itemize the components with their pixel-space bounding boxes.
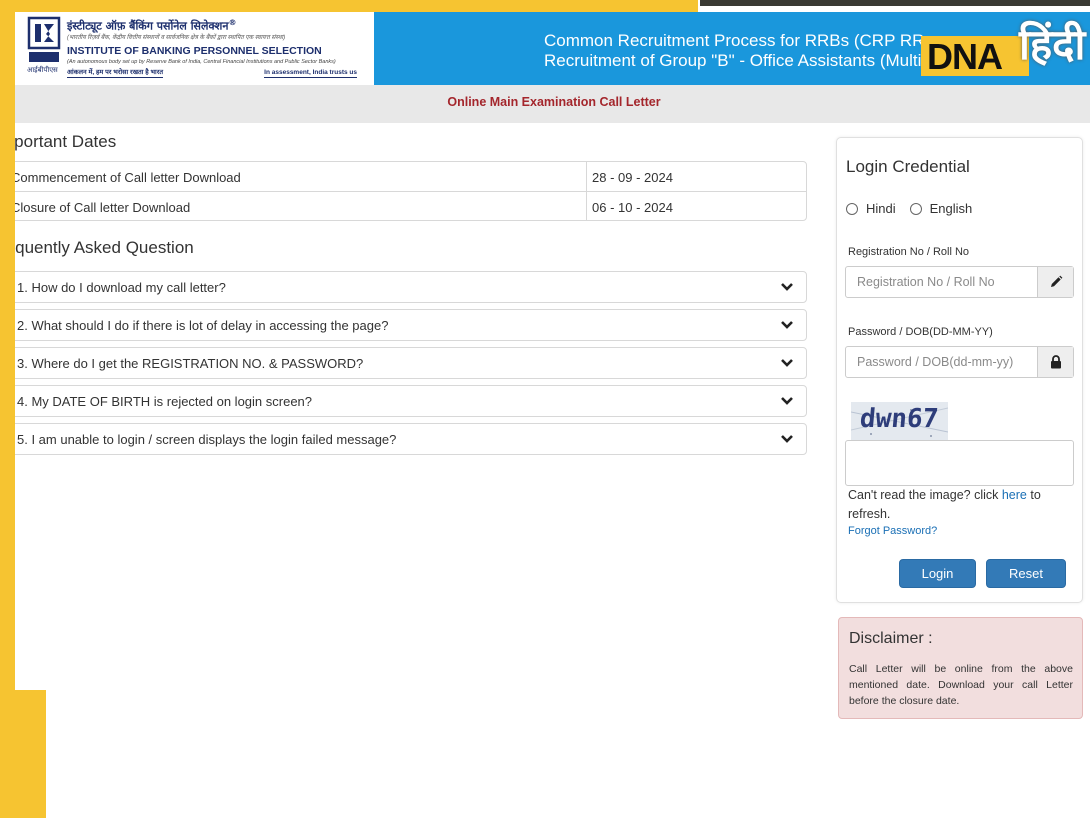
forgot-password-link[interactable]: Forgot Password?	[848, 525, 937, 537]
registered-mark: ®	[228, 18, 237, 27]
ibps-mottos: आंकलन में, हम पर भरोसा रखता है भारत In a…	[67, 69, 357, 78]
ibps-logo-icon	[27, 16, 61, 62]
dna-watermark-hindi: हिंदी	[1019, 20, 1086, 69]
disclaimer-box: Disclaimer : Call Letter will be online …	[838, 617, 1083, 719]
ibps-hindi-name-text: इंस्टीट्यूट ऑफ़ बैंकिंग पर्सोनेल सिलेक्श…	[67, 19, 229, 33]
radio-english-label[interactable]: English	[930, 201, 973, 216]
background-photo-strip	[700, 0, 1090, 6]
captcha-image: dwn67	[851, 402, 948, 442]
registration-label: Registration No / Roll No	[848, 246, 970, 258]
dna-hindi-watermark: DNA हिंदी	[921, 18, 1086, 100]
page-title: Online Main Examination Call Letter	[447, 95, 661, 109]
chevron-down-icon[interactable]	[780, 318, 794, 332]
faq-question: 1. How do I download my call letter?	[17, 280, 226, 295]
date-label: Closure of Call letter Download	[1, 192, 587, 220]
password-addon	[1037, 347, 1073, 377]
yellow-frame-corner	[0, 690, 46, 818]
captcha-help: Can't read the image? click here to refr…	[848, 486, 1073, 524]
chevron-down-icon[interactable]	[780, 356, 794, 370]
login-button[interactable]: Login	[899, 559, 976, 588]
chevron-down-icon[interactable]	[780, 280, 794, 294]
registration-addon	[1037, 267, 1073, 297]
faq-question: 3. Where do I get the REGISTRATION NO. &…	[17, 356, 364, 371]
yellow-frame-top	[0, 0, 698, 12]
table-row: Closure of Call letter Download 06 - 10 …	[1, 191, 806, 220]
faq-question: 2. What should I do if there is lot of d…	[17, 318, 389, 333]
table-row: Commencement of Call letter Download 28 …	[1, 162, 806, 191]
ibps-hindi-tagline: (भारतीय रिज़र्व बैंक, केंद्रीय वित्तीय स…	[67, 34, 286, 41]
captcha-help-pre: Can't read the image? click	[848, 488, 1002, 502]
captcha-input[interactable]	[845, 440, 1074, 486]
login-title: Login Credential	[846, 157, 970, 176]
password-field	[845, 346, 1074, 378]
date-value: 28 - 09 - 2024	[592, 170, 673, 185]
registration-field	[845, 266, 1074, 298]
pencil-icon	[1050, 275, 1062, 287]
chevron-down-icon[interactable]	[780, 394, 794, 408]
faq-question: 4. My DATE OF BIRTH is rejected on login…	[17, 394, 313, 409]
ibps-logo: आईबीपीएस	[27, 16, 61, 78]
radio-hindi[interactable]	[846, 202, 858, 215]
radio-hindi-label[interactable]: Hindi	[866, 201, 896, 216]
disclaimer-body: Call Letter will be online from the abov…	[849, 663, 1073, 707]
ibps-hindi-name: इंस्टीट्यूट ऑफ़ बैंकिंग पर्सोनेल सिलेक्श…	[67, 16, 357, 34]
faq-item-4[interactable]: 4. My DATE OF BIRTH is rejected on login…	[0, 385, 807, 417]
password-input[interactable]	[846, 347, 1037, 377]
faq-title: requently Asked Question	[0, 238, 194, 257]
registration-input[interactable]	[846, 267, 1037, 297]
captcha-refresh-link[interactable]: here	[1002, 488, 1027, 502]
date-label: Commencement of Call letter Download	[1, 162, 587, 191]
date-value: 06 - 10 - 2024	[592, 200, 673, 215]
captcha-text: dwn67	[858, 404, 940, 434]
login-panel: Login Credential Hindi English Registrat…	[836, 137, 1083, 603]
reset-button[interactable]: Reset	[986, 559, 1066, 588]
radio-english[interactable]	[909, 202, 922, 215]
password-label: Password / DOB(DD-MM-YY)	[848, 326, 993, 338]
chevron-down-icon[interactable]	[780, 432, 794, 446]
dna-watermark-latin: DNA	[927, 36, 1003, 77]
ibps-brand[interactable]: आईबीपीएस इंस्टीट्यूट ऑफ़ बैंकिंग पर्सोने…	[15, 12, 374, 85]
motto-hindi: आंकलन में, हम पर भरोसा रखता है भारत	[67, 68, 164, 78]
faq-item-1[interactable]: 1. How do I download my call letter?	[0, 271, 807, 303]
faq-item-2[interactable]: 2. What should I do if there is lot of d…	[0, 309, 807, 341]
faq-item-5[interactable]: 5. I am unable to login / screen display…	[0, 423, 807, 455]
disclaimer-title: Disclaimer :	[849, 630, 933, 647]
ibps-tagline: (An autonomous body set up by Reserve Ba…	[67, 58, 336, 65]
lock-icon	[1050, 355, 1061, 369]
ibps-logo-hindi: आईबीपीएस	[27, 67, 58, 74]
language-selector: Hindi English	[846, 201, 986, 216]
important-dates-table: Commencement of Call letter Download 28 …	[0, 161, 807, 221]
important-dates-title: mportant Dates	[0, 132, 117, 151]
faq-item-3[interactable]: 3. Where do I get the REGISTRATION NO. &…	[0, 347, 807, 379]
ibps-name: INSTITUTE OF BANKING PERSONNEL SELECTION	[67, 44, 322, 57]
motto-english: In assessment, India trusts us	[264, 68, 357, 78]
ibps-brand-text: इंस्टीट्यूट ऑफ़ बैंकिंग पर्सोनेल सिलेक्श…	[67, 16, 357, 78]
faq-question: 5. I am unable to login / screen display…	[17, 432, 397, 447]
